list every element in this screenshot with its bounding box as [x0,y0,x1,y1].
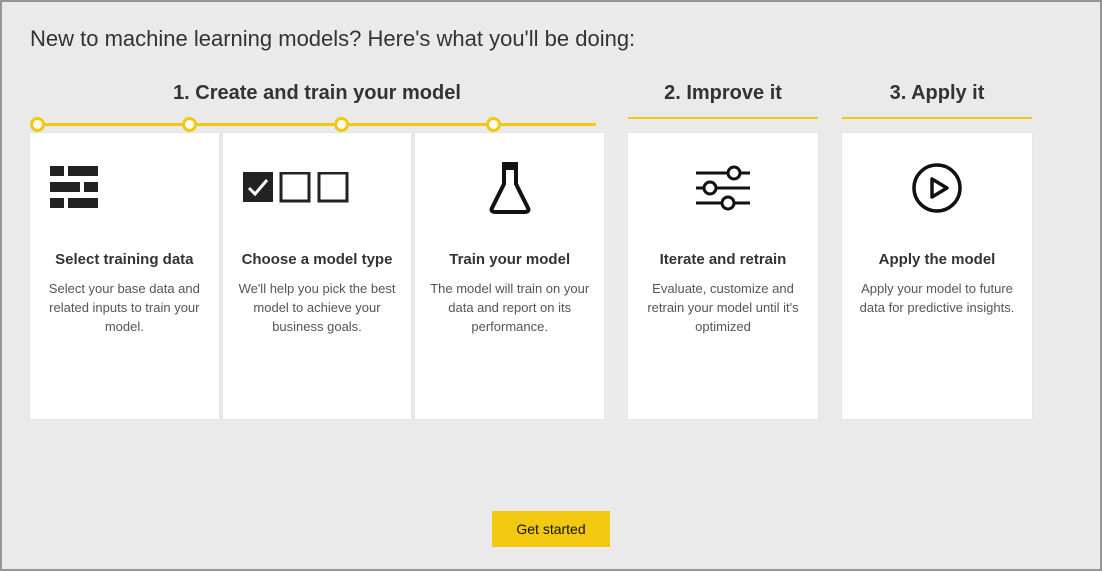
onboarding-panel: New to machine learning models? Here's w… [0,0,1102,571]
page-title: New to machine learning models? Here's w… [30,26,1072,52]
card-title: Choose a model type [242,251,393,268]
card-desc: Select your base data and related inputs… [44,280,205,337]
section-improve: 2. Improve it [628,82,818,133]
sliders-icon [642,159,804,217]
timeline-dot-3 [334,117,349,132]
card-title: Train your model [449,251,570,268]
cards-section-1: Select training data Select your base da… [30,133,604,419]
section-2-title: 2. Improve it [628,82,818,111]
card-title: Iterate and retrain [660,251,787,268]
footer: Get started [30,481,1072,547]
card-choose-model-type: Choose a model type We'll help you pick … [223,133,412,419]
flask-icon [429,159,590,217]
get-started-button[interactable]: Get started [492,511,609,547]
card-desc: We'll help you pick the best model to ac… [237,280,398,337]
card-select-training-data: Select training data Select your base da… [30,133,219,419]
section-create-train: 1. Create and train your model [30,82,604,133]
card-title: Apply the model [879,251,996,268]
card-desc: Apply your model to future data for pred… [856,280,1018,318]
cards-row: Select training data Select your base da… [30,133,1072,419]
section-3-title: 3. Apply it [842,82,1032,111]
card-iterate-retrain: Iterate and retrain Evaluate, customize … [628,133,818,419]
timeline-dot-4 [486,117,501,132]
section-1-title: 1. Create and train your model [30,82,604,111]
card-desc: Evaluate, customize and retrain your mod… [642,280,804,337]
timeline-dot-2 [182,117,197,132]
section-apply: 3. Apply it [842,82,1032,133]
timeline-line [38,123,596,126]
card-desc: The model will train on your data and re… [429,280,590,337]
sections-header: 1. Create and train your model 2. Improv… [30,82,1072,133]
card-title: Select training data [55,251,193,268]
section-2-underline [628,117,818,119]
card-train-model: Train your model The model will train on… [415,133,604,419]
section-3-underline [842,117,1032,119]
timeline-dot-1 [30,117,45,132]
timeline [30,117,604,133]
play-circle-icon [856,159,1018,217]
card-apply-model: Apply the model Apply your model to futu… [842,133,1032,419]
checkbox-options-icon [237,159,398,217]
data-rows-icon [44,159,205,217]
